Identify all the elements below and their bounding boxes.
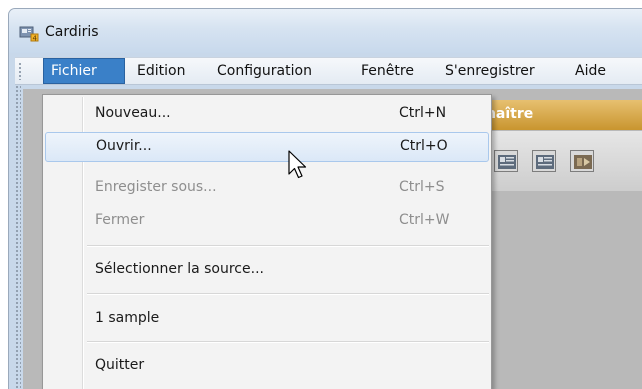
- svg-text:4: 4: [33, 34, 38, 42]
- menu-item-label: Sélectionner la source...: [95, 261, 264, 277]
- menu-senregistrer[interactable]: S'enregistrer: [445, 58, 535, 84]
- menu-edition[interactable]: Edition: [137, 58, 185, 84]
- menu-separator: [87, 341, 489, 343]
- card-tool-icon[interactable]: [494, 150, 518, 172]
- menubar-grip-icon[interactable]: [18, 62, 22, 80]
- menu-fichier[interactable]: Fichier: [43, 58, 125, 84]
- menu-item-label: 1 sample: [95, 310, 160, 326]
- menu-item-selectionner-source[interactable]: Sélectionner la source...: [45, 255, 489, 285]
- menu-aide[interactable]: Aide: [575, 58, 606, 84]
- window-title: Cardiris: [45, 24, 99, 40]
- menu-item-label: Ouvrir...: [96, 138, 152, 154]
- app-icon: 4: [19, 26, 39, 42]
- menu-item-shortcut: Ctrl+S: [399, 179, 445, 195]
- menu-item-fermer[interactable]: Fermer Ctrl+W: [45, 206, 489, 236]
- menu-item-shortcut: Ctrl+W: [399, 212, 450, 228]
- menu-item-label: Quitter: [95, 357, 145, 373]
- file-menu-dropdown: Nouveau... Ctrl+N Ouvrir... Ctrl+O Enreg…: [42, 94, 492, 389]
- menu-separator: [87, 245, 489, 247]
- export-tool-icon[interactable]: [570, 150, 594, 172]
- menu-fenetre[interactable]: Fenêtre: [361, 58, 414, 84]
- toolbar-grip-icon[interactable]: [15, 85, 21, 389]
- menu-bar: Fichier Edition Configuration Fenêtre S'…: [15, 57, 642, 85]
- menu-item-ouvrir[interactable]: Ouvrir... Ctrl+O: [45, 132, 489, 162]
- menu-item-label: Fermer: [95, 212, 145, 228]
- menu-separator: [87, 293, 489, 295]
- toolbar: [472, 131, 642, 191]
- card-tool-icon[interactable]: [532, 150, 556, 172]
- menu-item-label: Nouveau...: [95, 105, 171, 121]
- menu-item-label: Enregister sous...: [95, 179, 217, 195]
- menu-item-quitter[interactable]: Quitter: [45, 351, 489, 381]
- menu-configuration[interactable]: Configuration: [217, 58, 312, 84]
- menu-item-shortcut: Ctrl+O: [400, 138, 448, 154]
- menu-item-enregistrer-sous[interactable]: Enregister sous... Ctrl+S: [45, 173, 489, 203]
- menu-item-shortcut: Ctrl+N: [399, 105, 447, 121]
- welcome-banner: nnaître: [472, 100, 642, 130]
- menu-item-recent-file[interactable]: 1 sample: [45, 304, 489, 334]
- menu-item-nouveau[interactable]: Nouveau... Ctrl+N: [45, 99, 489, 129]
- mouse-cursor-icon: [288, 150, 307, 179]
- title-bar[interactable]: 4 Cardiris: [9, 9, 642, 53]
